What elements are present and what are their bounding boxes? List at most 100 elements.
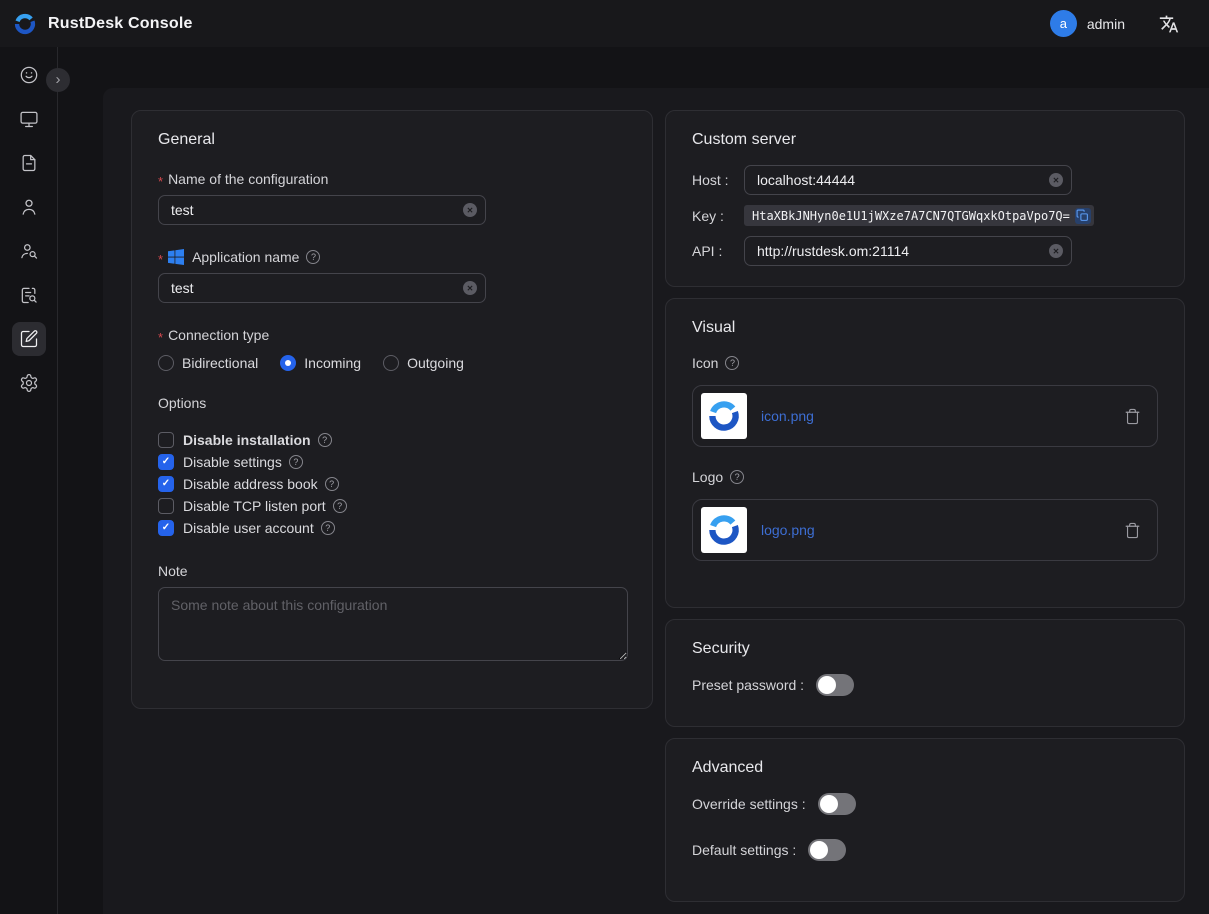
windows-logo-icon (168, 249, 184, 265)
default-settings-label: Default settings : (692, 842, 796, 858)
checkbox-icon[interactable]: ✓ (158, 432, 174, 448)
sidebar-item-sessions[interactable] (12, 146, 46, 180)
brand: RustDesk Console (12, 11, 193, 37)
user-name[interactable]: admin (1087, 16, 1125, 32)
option-disable-installation[interactable]: ✓ Disable installation? (158, 429, 626, 451)
option-disable-settings[interactable]: ✓ Disable settings? (158, 451, 626, 473)
help-icon[interactable]: ? (306, 250, 320, 264)
sidebar-item-devices[interactable] (12, 102, 46, 136)
icon-thumbnail (701, 393, 747, 439)
audit-log-icon (19, 285, 39, 305)
security-title: Security (692, 640, 1158, 658)
sidebar-item-settings[interactable] (12, 366, 46, 400)
visual-title: Visual (692, 319, 1158, 337)
host-input[interactable] (744, 165, 1072, 195)
visual-card: Visual Icon ? icon.png (665, 298, 1185, 608)
custom-server-card: Custom server Host : ✕ Key : HtaXBkJNHyn… (665, 110, 1185, 287)
icon-label: Icon ? (692, 355, 1158, 371)
required-mark: * (158, 330, 163, 345)
override-settings-toggle[interactable] (818, 793, 856, 815)
chevron-right-icon: › (56, 72, 61, 87)
general-card: General * Name of the configuration ✕ * … (131, 110, 653, 709)
server-key-value: HtaXBkJNHyn0e1U1jWXze7A7CN7QTGWqxkOtpaVp… (752, 209, 1070, 223)
help-icon[interactable]: ? (730, 470, 744, 484)
option-disable-user-account[interactable]: ✓ Disable user account? (158, 517, 626, 539)
config-name-label: * Name of the configuration (158, 171, 626, 187)
sidebar-item-dashboard[interactable] (12, 58, 46, 92)
host-label: Host : (692, 172, 744, 188)
user-icon (19, 197, 39, 217)
help-icon[interactable]: ? (725, 356, 739, 370)
clear-icon[interactable]: ✕ (463, 203, 477, 217)
main-content: General * Name of the configuration ✕ * … (103, 88, 1209, 914)
icon-file-link[interactable]: icon.png (761, 408, 814, 424)
sidebar (0, 47, 58, 914)
checkbox-icon[interactable]: ✓ (158, 454, 174, 470)
help-icon[interactable]: ? (321, 521, 335, 535)
advanced-title: Advanced (692, 759, 1158, 777)
options-list: ✓ Disable installation? ✓ Disable settin… (158, 429, 626, 539)
user-avatar[interactable]: a (1050, 10, 1077, 37)
note-label: Note (158, 563, 626, 579)
radio-bidirectional[interactable]: Bidirectional (158, 355, 258, 371)
option-disable-tcp-listen-port[interactable]: ✓ Disable TCP listen port? (158, 495, 626, 517)
sidebar-item-audit[interactable] (12, 278, 46, 312)
logo-file-link[interactable]: logo.png (761, 522, 815, 538)
server-key-chip: HtaXBkJNHyn0e1U1jWXze7A7CN7QTGWqxkOtpaVp… (744, 205, 1094, 226)
rustdesk-logo-icon (12, 11, 38, 37)
preset-password-toggle[interactable] (816, 674, 854, 696)
logo-file-row: logo.png (692, 499, 1158, 561)
avatar-initial: a (1060, 16, 1067, 31)
application-name-input[interactable] (158, 273, 486, 303)
option-disable-address-book[interactable]: ✓ Disable address book? (158, 473, 626, 495)
connection-type-label: * Connection type (158, 327, 626, 343)
application-name-label: * Application name ? (158, 249, 626, 265)
general-card-title: General (158, 131, 626, 149)
sidebar-expand-button[interactable]: › (46, 68, 70, 92)
trash-icon[interactable] (1124, 408, 1141, 425)
sidebar-item-groups[interactable] (12, 234, 46, 268)
topbar: RustDesk Console a admin (0, 0, 1209, 47)
checkbox-icon[interactable]: ✓ (158, 498, 174, 514)
logo-label: Logo ? (692, 469, 1158, 485)
required-mark: * (158, 174, 163, 189)
translate-icon[interactable] (1159, 14, 1179, 34)
clear-icon[interactable]: ✕ (463, 281, 477, 295)
edit-icon (19, 329, 39, 349)
monitor-icon (19, 109, 39, 129)
radio-icon[interactable] (383, 355, 399, 371)
default-settings-toggle[interactable] (808, 839, 846, 861)
radio-outgoing[interactable]: Outgoing (383, 355, 464, 371)
required-mark: * (158, 252, 163, 267)
document-icon (19, 153, 39, 173)
help-icon[interactable]: ? (318, 433, 332, 447)
clear-icon[interactable]: ✕ (1049, 244, 1063, 258)
note-textarea[interactable] (158, 587, 628, 661)
sidebar-item-users[interactable] (12, 190, 46, 224)
radio-incoming[interactable]: Incoming (280, 355, 361, 371)
api-input[interactable] (744, 236, 1072, 266)
logo-thumbnail (701, 507, 747, 553)
radio-icon[interactable] (158, 355, 174, 371)
radio-icon[interactable] (280, 355, 296, 371)
api-label: API : (692, 243, 744, 259)
settings-icon (19, 373, 39, 393)
smiley-icon (19, 65, 39, 85)
app-title: RustDesk Console (48, 15, 193, 33)
help-icon[interactable]: ? (325, 477, 339, 491)
checkbox-icon[interactable]: ✓ (158, 476, 174, 492)
help-icon[interactable]: ? (289, 455, 303, 469)
copy-icon[interactable] (1075, 208, 1091, 224)
config-name-input[interactable] (158, 195, 486, 225)
override-settings-label: Override settings : (692, 796, 806, 812)
connection-type-group: Bidirectional Incoming Outgoing (158, 355, 626, 371)
trash-icon[interactable] (1124, 522, 1141, 539)
clear-icon[interactable]: ✕ (1049, 173, 1063, 187)
security-card: Security Preset password : (665, 619, 1185, 727)
help-icon[interactable]: ? (333, 499, 347, 513)
sidebar-item-configurations[interactable] (12, 322, 46, 356)
checkbox-icon[interactable]: ✓ (158, 520, 174, 536)
key-label: Key : (692, 208, 744, 224)
icon-file-row: icon.png (692, 385, 1158, 447)
options-label: Options (158, 395, 626, 411)
